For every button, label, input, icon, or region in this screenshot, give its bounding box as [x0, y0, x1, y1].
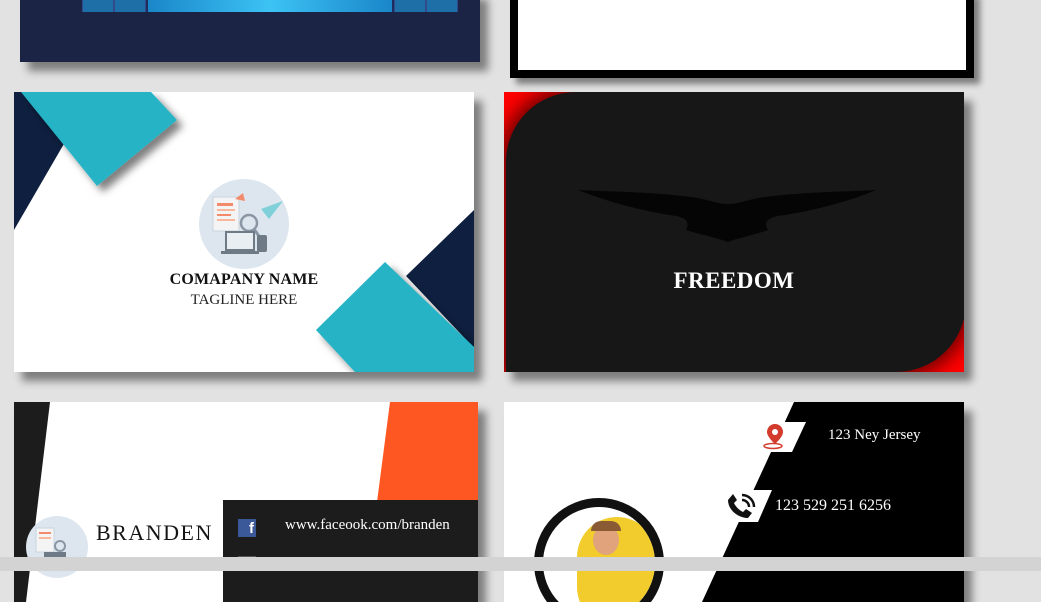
company-logo [199, 179, 289, 269]
company-tagline: TAGLINE HERE [190, 292, 298, 308]
facebook-url[interactable]: www.faceook.com/branden [285, 517, 450, 534]
address-text: 123 Ney Jersey [828, 427, 921, 443]
facebook-icon[interactable]: f [238, 519, 256, 537]
card-face [518, 0, 966, 70]
phone-text: 123 529 251 6256 [775, 497, 891, 514]
card-decor-bar [82, 0, 458, 12]
horizontal-scrollbar[interactable] [0, 557, 1041, 571]
phone-icon [728, 493, 756, 518]
decor-segment [114, 0, 146, 12]
eagle-icon [578, 190, 876, 242]
business-card-navy[interactable] [20, 0, 480, 62]
business-card-contact[interactable]: 123 Ney Jersey 123 529 251 6256 [504, 402, 964, 602]
person-name: BRANDEN [96, 520, 213, 545]
business-card-framed[interactable] [510, 0, 974, 78]
location-pin-icon [763, 424, 783, 450]
decor-segment [426, 0, 458, 12]
decor-segment [394, 0, 426, 12]
business-card-freedom[interactable]: FREEDOM [504, 92, 964, 372]
company-name: COMAPANY NAME [169, 271, 319, 288]
social-panel: f www.faceook.com/branden [223, 500, 478, 602]
decor-segment [82, 0, 114, 12]
decor-glow [148, 0, 392, 12]
freedom-title: FREEDOM [673, 268, 795, 293]
business-card-company[interactable]: COMAPANY NAME TAGLINE HERE [14, 92, 474, 372]
business-card-branden[interactable]: BRANDEN f www.faceook.com/branden [14, 402, 478, 602]
